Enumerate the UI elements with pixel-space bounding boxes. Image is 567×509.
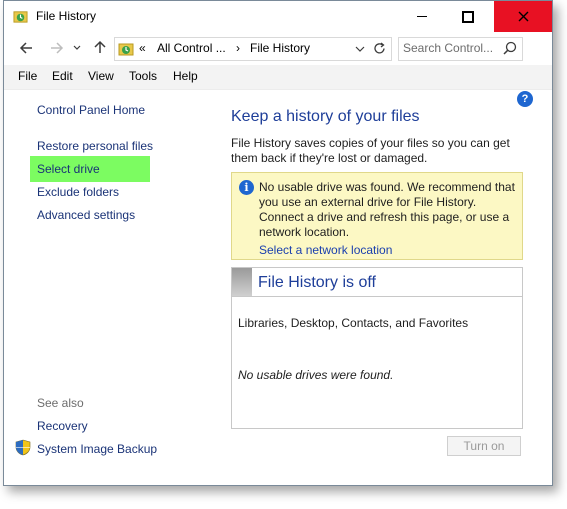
status-title: File History is off — [258, 274, 376, 291]
close-button[interactable] — [494, 1, 552, 32]
sidebar-item-select-drive[interactable]: Select drive — [37, 162, 100, 176]
help-icon[interactable]: ? — [517, 91, 533, 107]
page-description: File History saves copies of your files … — [231, 136, 510, 165]
status-indicator — [232, 268, 252, 296]
warning-banner: i No usable drive was found. We recommen… — [231, 172, 523, 260]
menu-bar: File Edit View Tools Help — [4, 65, 552, 90]
minimize-icon — [417, 16, 427, 17]
sidebar-item-exclude-folders[interactable]: Exclude folders — [37, 185, 119, 199]
breadcrumb-current[interactable]: File History — [250, 41, 310, 55]
file-history-app-icon — [13, 11, 28, 23]
breadcrumb-overflow[interactable]: « — [139, 41, 146, 55]
menu-file[interactable]: File — [18, 69, 37, 83]
breadcrumb-separator[interactable]: › — [236, 41, 240, 55]
warning-text: No usable drive was found. We recommend … — [259, 180, 515, 239]
title-bar[interactable]: File History — [4, 1, 552, 32]
menu-view[interactable]: View — [88, 69, 114, 83]
window-title: File History — [36, 9, 97, 23]
turn-on-button[interactable]: Turn on — [447, 436, 521, 456]
select-network-location-link[interactable]: Select a network location — [259, 243, 392, 257]
arrow-left-icon[interactable] — [19, 41, 33, 55]
file-history-icon — [118, 43, 134, 56]
breadcrumb-parent[interactable]: All Control ... — [157, 41, 226, 55]
maximize-icon — [462, 10, 474, 23]
system-image-backup-link[interactable]: System Image Backup — [37, 442, 157, 456]
status-header: File History is off — [232, 268, 522, 297]
sidebar-item-advanced-settings[interactable]: Advanced settings — [37, 208, 135, 222]
main-content: ? Keep a history of your files File Hist… — [215, 90, 552, 485]
navigation-bar: « All Control ... › File History — [4, 32, 552, 65]
see-also-label: See also — [37, 396, 84, 410]
menu-edit[interactable]: Edit — [52, 69, 73, 83]
shield-icon — [15, 439, 31, 456]
search-box[interactable] — [398, 37, 523, 61]
sidebar: Control Panel Home Restore personal file… — [4, 90, 215, 485]
info-icon: i — [239, 180, 254, 195]
refresh-icon[interactable] — [373, 42, 386, 55]
status-no-drives: No usable drives were found. — [238, 368, 394, 382]
status-panel: File History is off Libraries, Desktop, … — [231, 267, 523, 429]
menu-tools[interactable]: Tools — [129, 69, 157, 83]
recovery-link[interactable]: Recovery — [37, 419, 88, 433]
menu-help[interactable]: Help — [173, 69, 198, 83]
search-icon[interactable] — [503, 41, 517, 55]
maximize-button[interactable] — [445, 1, 491, 32]
arrow-right-icon[interactable] — [50, 41, 64, 55]
address-dropdown-icon[interactable] — [355, 45, 365, 53]
sidebar-item-restore-personal-files[interactable]: Restore personal files — [37, 139, 153, 153]
arrow-up-icon[interactable] — [93, 40, 107, 54]
chevron-down-icon[interactable] — [73, 44, 81, 52]
status-libraries: Libraries, Desktop, Contacts, and Favori… — [238, 316, 469, 330]
close-icon — [518, 11, 528, 22]
control-panel-home-link[interactable]: Control Panel Home — [37, 103, 145, 117]
page-title: Keep a history of your files — [231, 108, 420, 125]
file-history-window: File History « All Control ... › File Hi… — [3, 0, 553, 486]
search-input[interactable] — [403, 41, 498, 55]
minimize-button[interactable] — [399, 1, 445, 32]
address-bar[interactable]: « All Control ... › File History — [114, 37, 392, 61]
